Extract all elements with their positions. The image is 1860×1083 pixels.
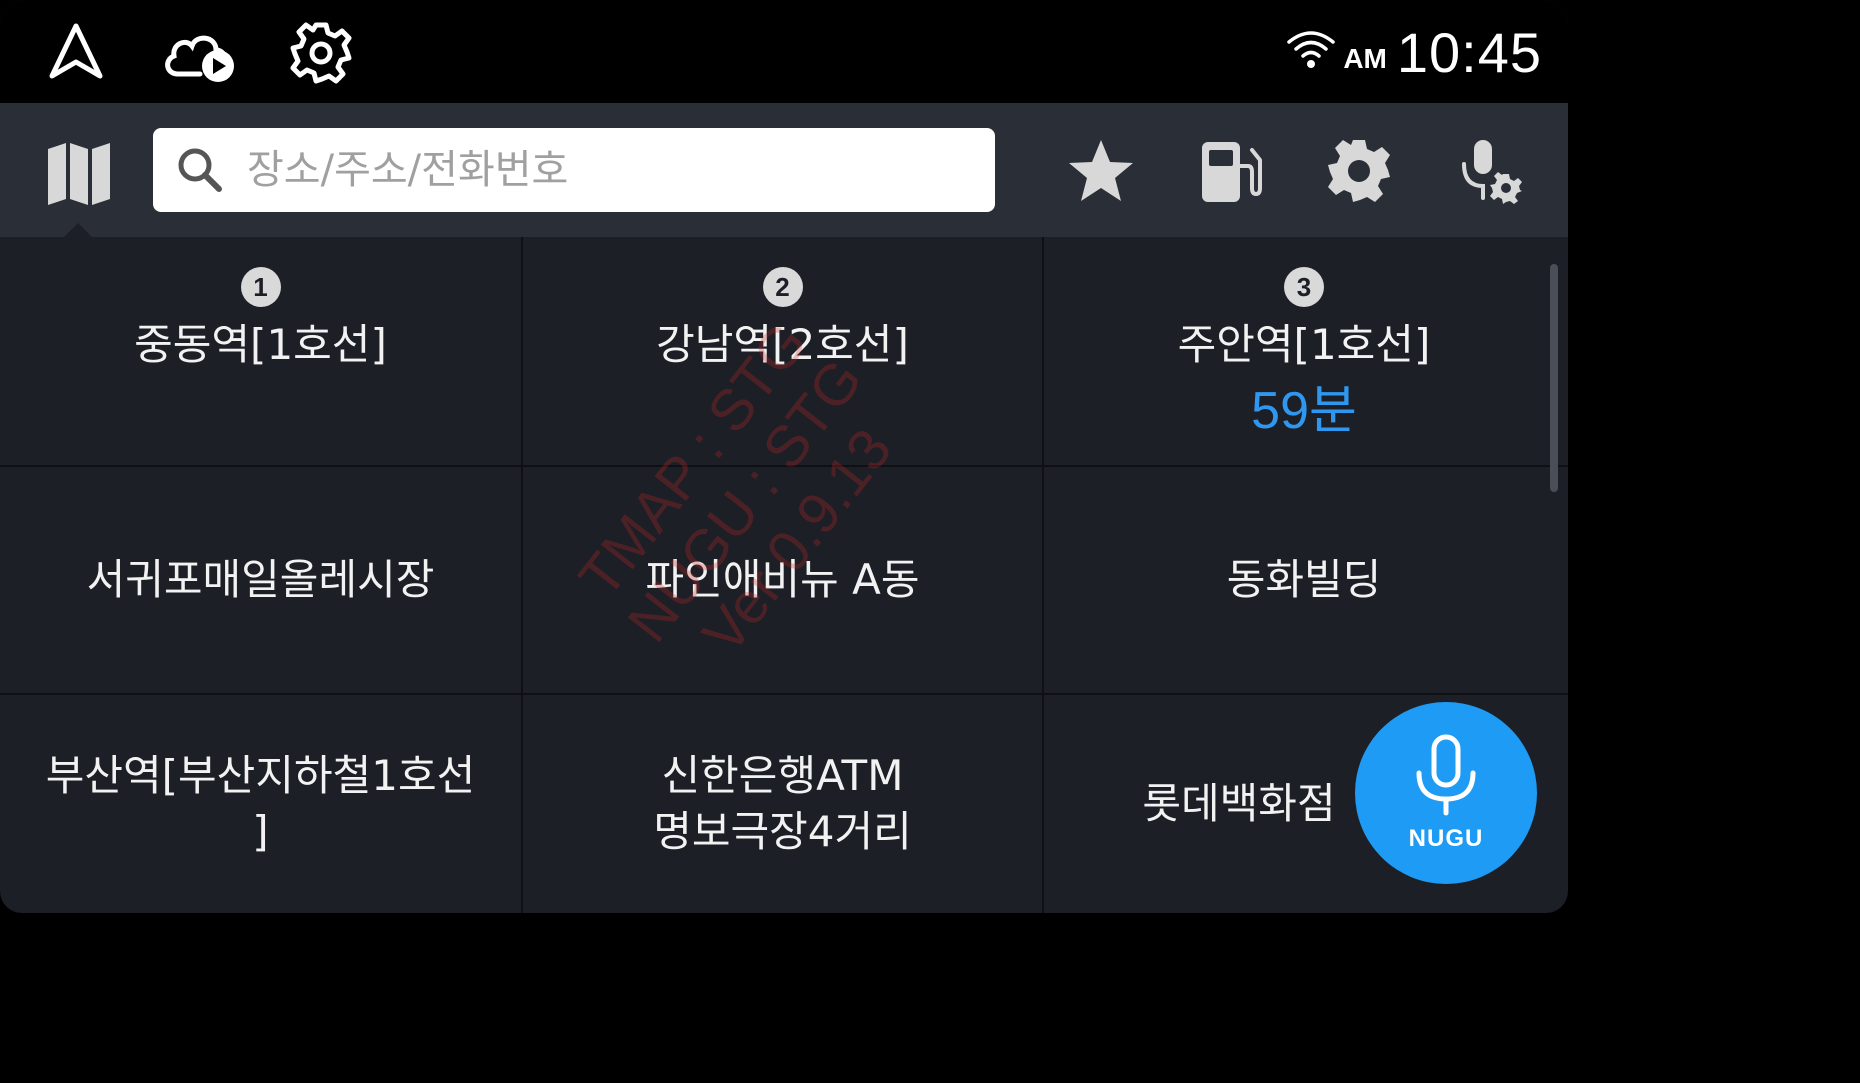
search-icon bbox=[178, 148, 222, 192]
map-tab-pointer bbox=[64, 223, 92, 237]
place-name: 신한은행ATM bbox=[661, 751, 904, 800]
place-name: 중동역[1호선] bbox=[134, 320, 387, 369]
star-icon[interactable] bbox=[1066, 136, 1136, 206]
favorite-item-1[interactable]: 1 중동역[1호선] bbox=[0, 237, 521, 465]
scrollbar[interactable] bbox=[1550, 264, 1558, 492]
fuel-icon[interactable] bbox=[1196, 136, 1266, 206]
rank-badge: 2 bbox=[762, 267, 803, 307]
voice-settings-icon[interactable] bbox=[1452, 136, 1524, 206]
rank-badge: 3 bbox=[1284, 267, 1324, 307]
favorites-grid: 1 중동역[1호선] 2 강남역[2호선] 3 주안역[1호선] 59분 서귀포… bbox=[0, 237, 1568, 913]
recent-item-3[interactable]: 동화빌딩 bbox=[1044, 467, 1564, 693]
clock: AM 10:45 bbox=[1343, 14, 1542, 90]
navigation-arrow-icon[interactable] bbox=[46, 22, 106, 82]
recent-item-1[interactable]: 서귀포매일올레시장 bbox=[0, 467, 521, 693]
nugu-label: NUGU bbox=[1408, 825, 1484, 852]
wifi-icon bbox=[1287, 31, 1335, 68]
place-name: 롯데백화점 bbox=[1142, 779, 1336, 828]
map-icon[interactable] bbox=[44, 139, 114, 209]
recent-item-5[interactable]: 신한은행ATM 명보극장4거리 bbox=[523, 695, 1042, 913]
place-name: 강남역[2호선] bbox=[656, 320, 909, 369]
favorite-item-2[interactable]: 2 강남역[2호선] bbox=[523, 237, 1042, 465]
screen: AM 10:45 장소/주소/전화번호 1 중동역[1호선] 2 강남역[2호선… bbox=[0, 0, 1568, 913]
nugu-voice-button[interactable]: NUGU bbox=[1355, 702, 1537, 884]
cloud-play-icon[interactable] bbox=[160, 24, 240, 84]
place-name: 동화빌딩 bbox=[1226, 555, 1382, 604]
place-name: 주안역[1호선] bbox=[1177, 320, 1431, 369]
eta-label: 59분 bbox=[1251, 382, 1357, 440]
recent-item-2[interactable]: 파인애비뉴 A동 bbox=[523, 467, 1042, 693]
place-name-line2: 명보극장4거리 bbox=[653, 807, 912, 856]
place-name-line2: ] bbox=[252, 807, 269, 856]
place-name: 부산역[부산지하철1호선 bbox=[45, 751, 476, 800]
time-label: 10:45 bbox=[1396, 20, 1542, 84]
search-bar[interactable] bbox=[153, 128, 995, 212]
ampm-label: AM bbox=[1343, 43, 1387, 74]
favorite-item-3[interactable]: 3 주안역[1호선] 59분 bbox=[1044, 237, 1564, 465]
status-bar: AM 10:45 bbox=[0, 0, 1568, 103]
place-name: 파인애비뉴 A동 bbox=[645, 555, 920, 604]
recent-item-4[interactable]: 부산역[부산지하철1호선 ] bbox=[0, 695, 521, 913]
search-input[interactable] bbox=[245, 146, 949, 194]
toolbar bbox=[0, 103, 1568, 237]
settings-gear-icon[interactable] bbox=[288, 20, 354, 86]
microphone-icon bbox=[1416, 734, 1476, 816]
rank-badge: 1 bbox=[240, 267, 281, 307]
place-name: 서귀포매일올레시장 bbox=[86, 555, 435, 604]
settings-icon[interactable] bbox=[1324, 136, 1394, 206]
